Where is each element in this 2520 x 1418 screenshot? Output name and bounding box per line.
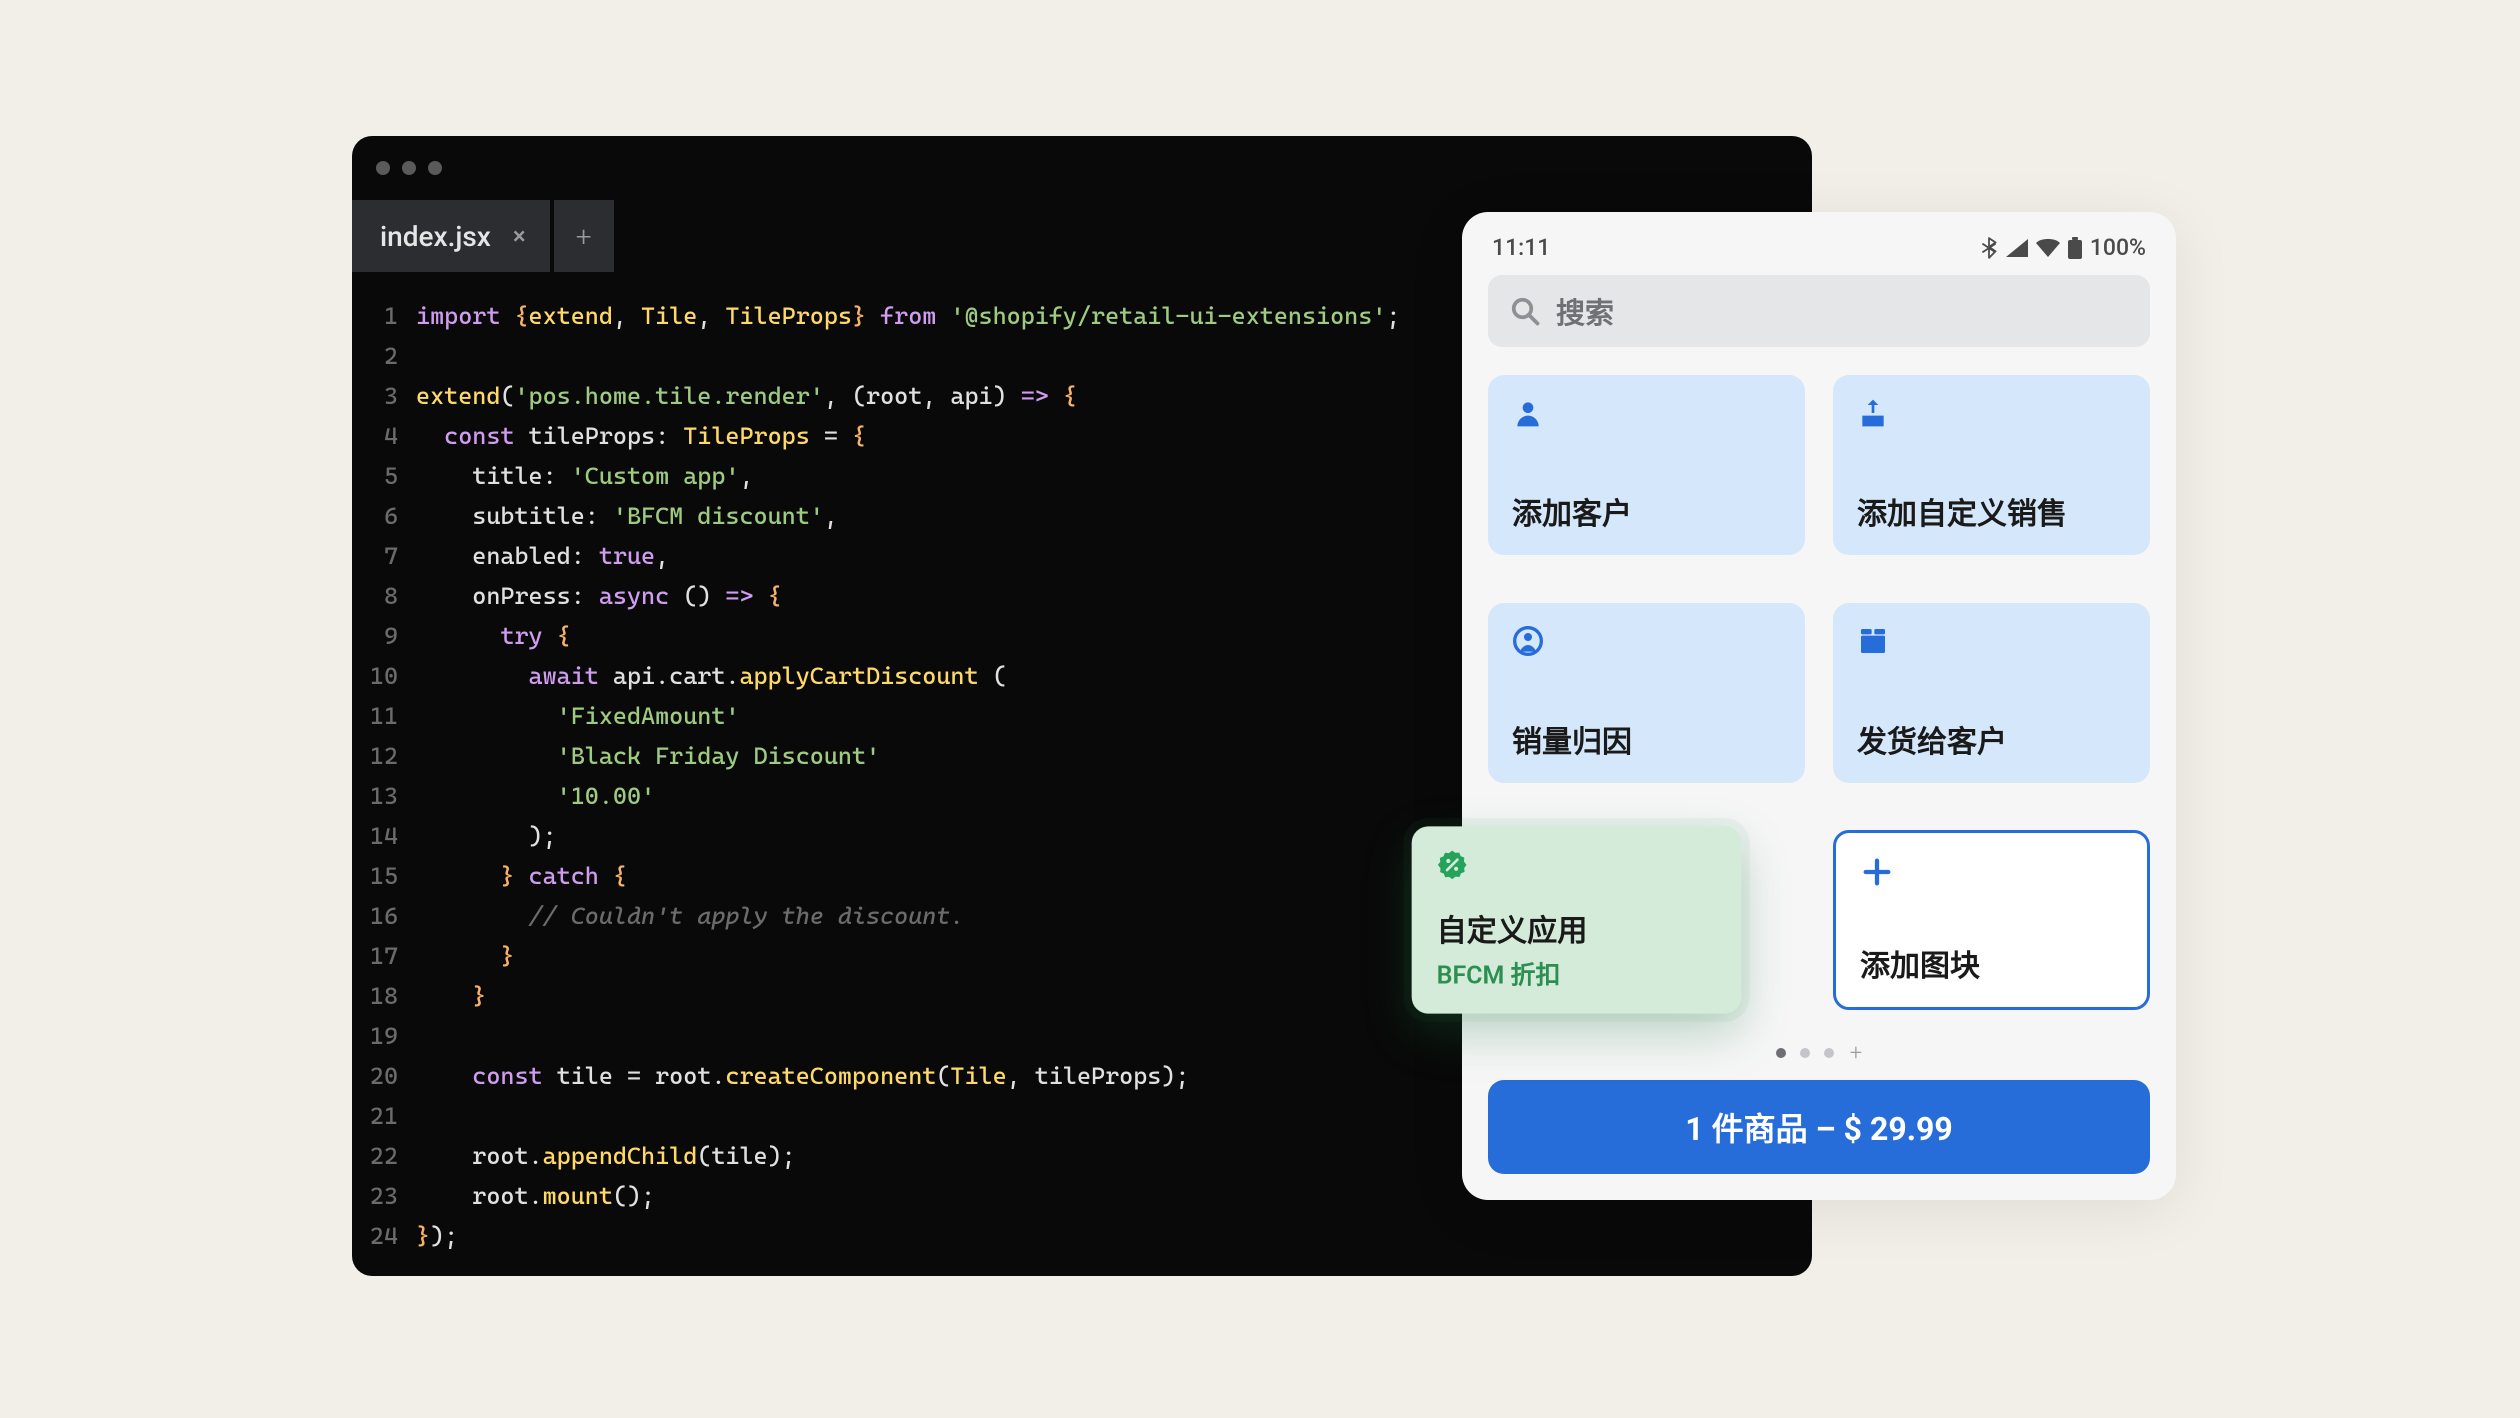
- person-circle-icon: [1512, 625, 1781, 657]
- tile-custom-app[interactable]: 自定义应用 BFCM 折扣: [1412, 827, 1742, 1014]
- discount-badge-icon: [1437, 850, 1717, 881]
- pos-mobile-device: 11:11 100% 搜索 添加客户: [1462, 212, 2176, 1200]
- tile-label: 添加自定义销售: [1857, 489, 2126, 533]
- search-placeholder: 搜索: [1556, 290, 1614, 332]
- pager-dot-active[interactable]: [1776, 1048, 1786, 1058]
- search-bar[interactable]: 搜索: [1488, 275, 2150, 347]
- tile-label: 添加客户: [1512, 489, 1781, 533]
- line-number-gutter: 1 2 3 4 5 6 7 8 9 10 11 12 13 14 15 16 1…: [360, 296, 416, 1256]
- status-right: 100%: [1980, 234, 2146, 261]
- tile-subtitle: BFCM 折扣: [1437, 955, 1717, 991]
- bluetooth-icon: [1980, 237, 1998, 259]
- tile-sales-attribution[interactable]: 销量归因: [1488, 603, 1805, 783]
- pager: +: [1488, 1030, 2150, 1076]
- status-bar: 11:11 100%: [1488, 228, 2150, 275]
- cart-button[interactable]: 1 件商品 – $ 29.99: [1488, 1080, 2150, 1174]
- tile-label: 添加图块: [1860, 941, 2123, 985]
- status-time: 11:11: [1492, 234, 1550, 261]
- tab-filename: index.jsx: [380, 220, 491, 253]
- tile-add-customer[interactable]: 添加客户: [1488, 375, 1805, 555]
- new-tab-button[interactable]: +: [554, 200, 614, 272]
- traffic-light-minimize[interactable]: [402, 161, 416, 175]
- plus-icon: [1860, 855, 2123, 889]
- battery-percentage: 100%: [2090, 234, 2146, 261]
- cart-button-label: 1 件商品 – $ 29.99: [1685, 1104, 1952, 1150]
- tile-grid: 添加客户 添加自定义销售 销量归因 发货给客户 自定义应用: [1488, 375, 2150, 1030]
- search-icon: [1510, 296, 1540, 326]
- pager-dot[interactable]: [1824, 1048, 1834, 1058]
- package-icon: [1857, 625, 2126, 657]
- battery-icon: [2068, 237, 2082, 259]
- editor-titlebar: [352, 136, 1812, 200]
- tile-add-tile[interactable]: 添加图块: [1833, 830, 2150, 1010]
- plus-icon: +: [576, 220, 592, 253]
- person-icon: [1512, 397, 1781, 429]
- upload-box-icon: [1857, 397, 2126, 429]
- editor-tab-active[interactable]: index.jsx ×: [352, 200, 550, 272]
- wifi-icon: [2036, 239, 2060, 257]
- tile-label: 销量归因: [1512, 717, 1781, 761]
- tile-label: 发货给客户: [1857, 717, 2126, 761]
- traffic-light-zoom[interactable]: [428, 161, 442, 175]
- pager-dot[interactable]: [1800, 1048, 1810, 1058]
- tile-add-custom-sale[interactable]: 添加自定义销售: [1833, 375, 2150, 555]
- cellular-icon: [2006, 239, 2028, 257]
- close-icon[interactable]: ×: [513, 222, 526, 250]
- tile-label: 自定义应用: [1437, 907, 1717, 951]
- traffic-light-close[interactable]: [376, 161, 390, 175]
- tile-ship-to-customer[interactable]: 发货给客户: [1833, 603, 2150, 783]
- pager-add-page[interactable]: +: [1850, 1041, 1862, 1066]
